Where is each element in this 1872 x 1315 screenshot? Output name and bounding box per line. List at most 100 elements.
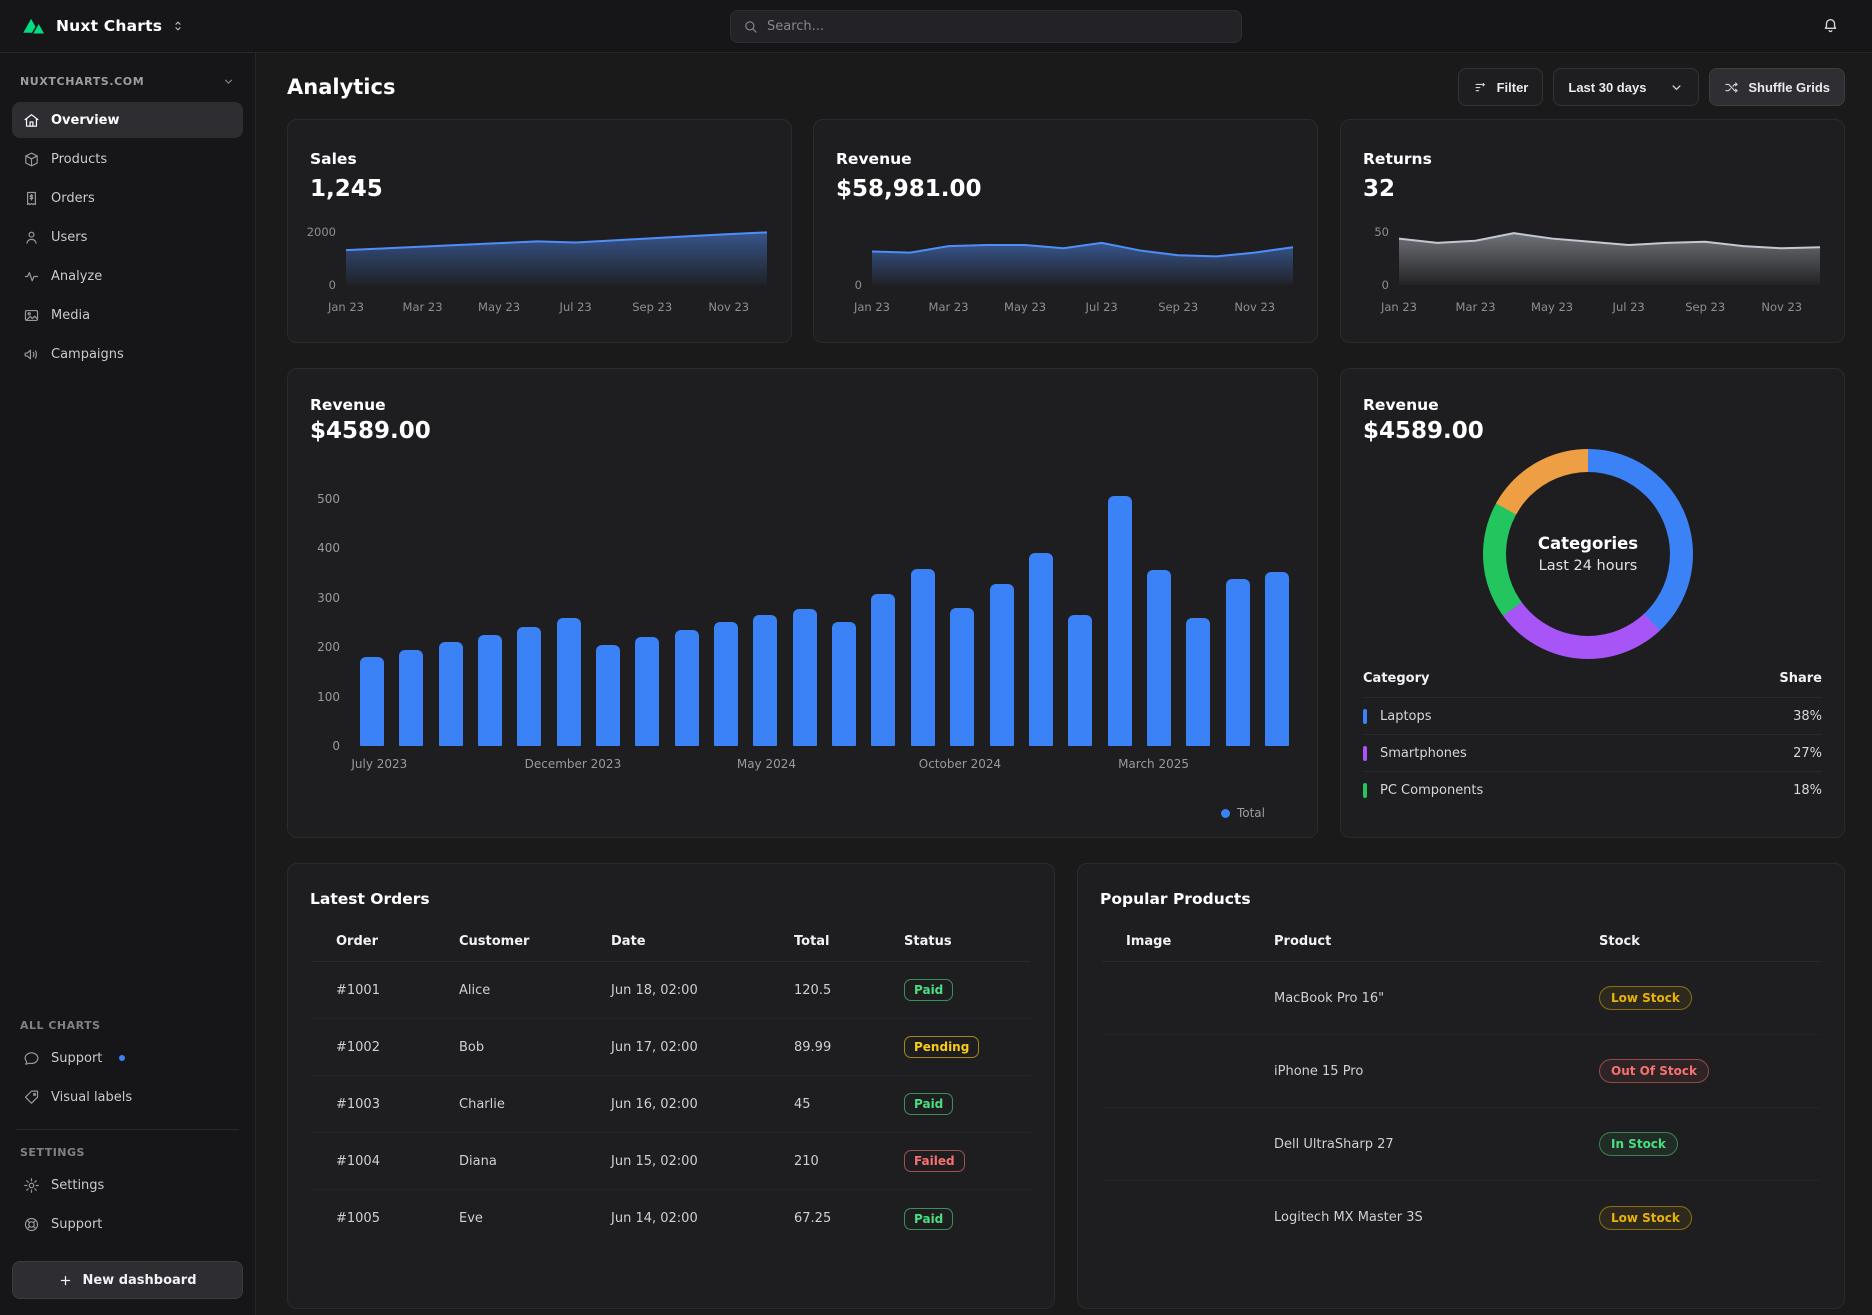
category-name: Smartphones	[1380, 746, 1780, 761]
x-tick-label: Jan 23	[854, 300, 890, 314]
order-status-badge: Paid	[904, 1208, 953, 1230]
bar-jul-2023	[360, 657, 384, 746]
workspace-switcher[interactable]: NUXTCHARTS.COM	[12, 67, 243, 102]
bar-chart-y-axis: 0100200300400500	[296, 489, 340, 746]
order-id: #1001	[336, 983, 459, 998]
column-stock: Stock	[1599, 934, 1820, 949]
stat-card-sales: Sales1,24520000Jan 23Mar 23May 23Jul 23S…	[287, 119, 792, 343]
date-range-select[interactable]: Last 30 days	[1553, 68, 1699, 106]
order-status-badge: Failed	[904, 1150, 965, 1172]
sidebar-item-support[interactable]: Support	[12, 1206, 243, 1242]
y-tick-label: 0	[1341, 278, 1389, 292]
order-customer: Eve	[459, 1211, 611, 1226]
stat-card-revenue: Revenue$58,981.000Jan 23Mar 23May 23Jul …	[813, 119, 1318, 343]
y-tick-label: 0	[288, 278, 336, 292]
shuffle-grids-button[interactable]: Shuffle Grids	[1709, 68, 1845, 106]
x-tick-label: December 2023	[525, 757, 622, 771]
x-tick-label: Jul 23	[1613, 300, 1645, 314]
bar-jan-2024	[596, 645, 620, 746]
legend-dot	[1221, 809, 1230, 818]
sidebar-item-label: Campaigns	[51, 347, 124, 362]
column-image: Image	[1126, 934, 1274, 949]
categories-donut-chart[interactable]: Categories Last 24 hours	[1483, 449, 1693, 659]
x-tick-label: May 23	[478, 300, 520, 314]
x-tick-label: Jul 23	[560, 300, 592, 314]
new-dashboard-button[interactable]: New dashboard	[12, 1261, 243, 1299]
order-id: #1002	[336, 1040, 459, 1055]
revenue-bar-chart[interactable]	[360, 489, 1289, 746]
notifications-bell-icon[interactable]	[1821, 16, 1840, 39]
order-customer: Alice	[459, 983, 611, 998]
order-row--1004: #1004DianaJun 15, 02:00210Failed	[312, 1133, 1030, 1190]
y-tick-label: 0	[814, 278, 862, 292]
order-status-badge: Paid	[904, 979, 953, 1001]
category-share: 38%	[1793, 709, 1822, 724]
product-row-logitech-mx-master-3s: Logitech MX Master 3SLow Stock	[1102, 1181, 1820, 1254]
sidebar-item-settings[interactable]: Settings	[12, 1167, 243, 1203]
image-icon	[23, 307, 40, 324]
megaphone-icon	[23, 346, 40, 363]
category-share: 27%	[1793, 746, 1822, 761]
category-name: Laptops	[1380, 709, 1780, 724]
sidebar-item-campaigns[interactable]: Campaigns	[12, 336, 243, 372]
x-tick-label: May 23	[1531, 300, 1573, 314]
donut-legend-row-laptops: Laptops 38%	[1363, 697, 1822, 734]
sales-trend-chart[interactable]	[346, 231, 767, 285]
x-tick-label: Nov 23	[1234, 300, 1275, 314]
sidebar-item-users[interactable]: Users	[12, 219, 243, 255]
stat-card-returns: Returns32500Jan 23Mar 23May 23Jul 23Sep …	[1340, 119, 1845, 343]
category-color-marker	[1363, 783, 1367, 798]
donut-center-subtitle: Last 24 hours	[1539, 558, 1638, 574]
revenue-trend-chart[interactable]	[872, 231, 1293, 285]
order-status-badge: Pending	[904, 1036, 979, 1058]
filter-button[interactable]: Filter	[1458, 68, 1544, 106]
x-tick-label: Jan 23	[328, 300, 364, 314]
bar-nov-2023	[517, 627, 541, 746]
sidebar-item-media[interactable]: Media	[12, 297, 243, 333]
products-table-header: Image Product Stock	[1102, 922, 1820, 962]
column-date: Date	[611, 934, 794, 949]
card-value: $4589.00	[1363, 418, 1484, 444]
bar-apr-2025	[1186, 618, 1210, 747]
search-bar[interactable]	[730, 10, 1242, 43]
sidebar-item-orders[interactable]: Orders	[12, 180, 243, 216]
chevrons-up-down-icon[interactable]	[171, 19, 185, 33]
column-product: Product	[1274, 934, 1599, 949]
bar-oct-2024	[950, 608, 974, 746]
sidebar-item-label: Users	[51, 230, 87, 245]
order-row--1005: #1005EveJun 14, 02:0067.25Paid	[312, 1190, 1030, 1247]
sidebar-item-support[interactable]: Support	[12, 1040, 243, 1076]
card-title: Revenue	[1363, 396, 1439, 414]
order-row--1003: #1003CharlieJun 16, 02:0045Paid	[312, 1076, 1030, 1133]
returns-trend-chart[interactable]	[1399, 231, 1820, 285]
latest-orders-card: Latest Orders Order Customer Date Total …	[287, 863, 1055, 1309]
sidebar-item-analyze[interactable]: Analyze	[12, 258, 243, 294]
product-row-dell-ultrasharp-27: Dell UltraSharp 27In Stock	[1102, 1108, 1820, 1181]
order-row--1002: #1002BobJun 17, 02:0089.99Pending	[312, 1019, 1030, 1076]
order-total: 120.5	[794, 983, 904, 998]
sidebar-item-visual-labels[interactable]: Visual labels	[12, 1079, 243, 1115]
sidebar-item-overview[interactable]: Overview	[12, 102, 243, 138]
bar-jun-2024	[793, 609, 817, 746]
returns-trend-svg	[1399, 231, 1820, 285]
sidebar-sections: ALL CHARTSSupportVisual labelsSETTINGSSe…	[12, 1013, 243, 1245]
product-name: Logitech MX Master 3S	[1274, 1210, 1599, 1225]
order-id: #1003	[336, 1097, 459, 1112]
order-date: Jun 17, 02:00	[611, 1040, 794, 1055]
sidebar-item-label: Visual labels	[51, 1090, 132, 1105]
order-total: 67.25	[794, 1211, 904, 1226]
order-total: 89.99	[794, 1040, 904, 1055]
bar-sep-2023	[439, 642, 463, 746]
package-icon	[23, 151, 40, 168]
sidebar-section-label-settings: SETTINGS	[12, 1140, 243, 1167]
column-order: Order	[336, 934, 459, 949]
column-total: Total	[794, 934, 904, 949]
sidebar-spacer	[12, 375, 243, 1013]
sidebar-item-label: Support	[51, 1051, 102, 1066]
sidebar-item-products[interactable]: Products	[12, 141, 243, 177]
search-input[interactable]	[767, 19, 1229, 34]
x-tick-label: March 2025	[1118, 757, 1189, 771]
y-tick-label: 100	[317, 690, 340, 704]
filter-label: Filter	[1497, 80, 1529, 95]
product-row-iphone-15-pro: iPhone 15 ProOut Of Stock	[1102, 1035, 1820, 1108]
